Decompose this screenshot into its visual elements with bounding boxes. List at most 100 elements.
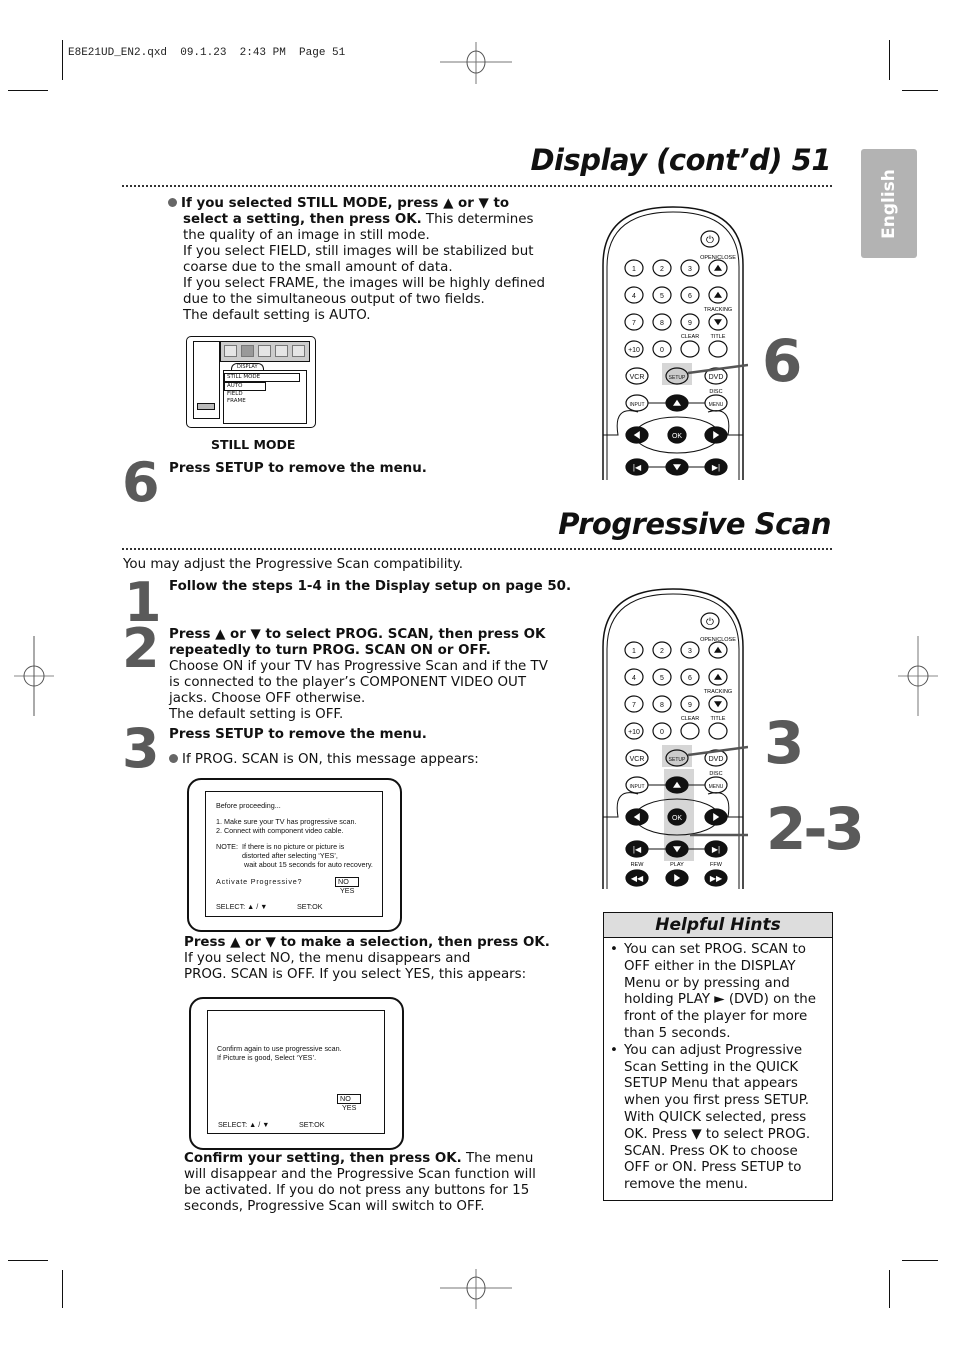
title-button [708, 340, 728, 358]
skip-back-icon: |◀ [633, 845, 642, 854]
clear-button [680, 340, 700, 358]
screen-set-hint: SET:OK [297, 902, 323, 911]
digit-button-label: +10 [628, 347, 640, 354]
registration-mark [14, 636, 54, 716]
screen-set-hint: SET:OK [299, 1120, 325, 1129]
option-yes: YES [340, 886, 355, 895]
language-tab-label: English [879, 168, 900, 239]
hint-item: You can set PROG. SCAN to OFF either in … [610, 942, 826, 1043]
digit-button-label: 2 [660, 266, 664, 273]
instruction-bold: Confirm your setting, then press OK. [184, 1151, 462, 1166]
bullet-icon [168, 198, 177, 207]
skip-forward-icon: ▶| [712, 845, 720, 854]
hints-list: You can set PROG. SCAN to OFF either in … [604, 942, 832, 1194]
remote-control-illustration: ⏻OPEN/CLOSE1 2 34 5 6TRACKING7 8 9CLEAR TITLE+1… [602, 588, 748, 889]
digit-button-label: 6 [688, 293, 692, 300]
section-title-progressive: Progressive Scan [558, 507, 831, 541]
skip-forward-icon: ▶| [712, 463, 720, 472]
menu-button-label: MENU [709, 784, 724, 790]
power-icon: ⏻ [706, 617, 714, 628]
clear-label: CLEAR [681, 334, 699, 340]
fast-forward-icon: ▶▶ [710, 874, 723, 883]
tv-screen-activate: Before proceeding... 1. Make sure your T… [187, 778, 402, 932]
digit-button-label: 2 [660, 648, 664, 655]
crop-mark [8, 90, 48, 91]
step-text-bold: Press ▲ or ▼ to select PROG. SCAN, then … [169, 627, 546, 658]
rew-label: REW [631, 862, 645, 868]
still-mode-menu-illustration: DISPLAY STILL MODE AUTO FIELD FRAME [186, 336, 316, 428]
menu-option-selected: AUTO [224, 382, 266, 391]
vcr-button-label: VCR [630, 374, 645, 381]
other-icon [292, 345, 305, 357]
crop-mark [889, 1270, 890, 1308]
clear-label: CLEAR [681, 716, 699, 722]
section-title-display: Display (cont’d) 51 [530, 143, 831, 177]
bullet-icon [169, 754, 178, 763]
divider [122, 185, 832, 187]
menu-header-item: STILL MODE [224, 373, 300, 382]
crop-mark [902, 90, 938, 91]
remote-callout: 6 [762, 327, 802, 395]
input-button-label: INPUT [630, 784, 645, 790]
dvd-button-label: DVD [709, 756, 724, 763]
lock-icon [275, 345, 288, 357]
digit-button-label: 8 [660, 702, 664, 709]
helpful-hints-title: Helpful Hints [604, 913, 832, 938]
step-text: Follow the steps 1-4 in the Display setu… [169, 579, 571, 595]
intro-text: You may adjust the Progressive Scan comp… [123, 557, 463, 572]
step-text: Press SETUP to remove the menu. [169, 727, 427, 743]
setup-button-label: SETUP [669, 757, 686, 763]
menu-options-panel: STILL MODE AUTO FIELD FRAME [223, 370, 307, 424]
remote-control-illustration: ⏻OPEN/CLOSE1 2 34 5 6TRACKING7 8 9CLEAR TITLE+1… [602, 206, 748, 480]
screen-line: 1. Make sure your TV has progressive sca… [216, 817, 357, 826]
menu-button-label: MENU [709, 402, 724, 408]
ffw-label: FFW [710, 862, 723, 868]
audio-icon [258, 345, 271, 357]
bullet-text: If PROG. SCAN is ON, this message appear… [182, 752, 479, 767]
digit-button-label: 6 [688, 675, 692, 682]
crop-mark [8, 1260, 48, 1261]
display-icon [224, 345, 237, 357]
step-text: Press SETUP to remove the menu. [169, 461, 427, 477]
digit-button-label: 1 [632, 648, 636, 655]
tracking-label: TRACKING [704, 307, 732, 313]
step-text-bold: Press SETUP to remove the menu. [169, 461, 427, 476]
screen-line: If Picture is good, Select ‘YES’. [217, 1053, 317, 1062]
title-button [708, 722, 728, 740]
language-tab: English [861, 149, 917, 258]
step-number: 3 [122, 717, 160, 780]
screen-content: Before proceeding... 1. Make sure your T… [205, 791, 383, 917]
title-label: TITLE [711, 716, 726, 722]
screen-line: distorted after selecting ‘YES’, [242, 851, 338, 860]
vcr-button-label: VCR [630, 756, 645, 763]
digit-button-label: 3 [688, 266, 692, 273]
digit-button-label: 7 [632, 702, 636, 709]
step-text-bold: Follow the steps 1-4 in the Display setu… [169, 579, 572, 594]
skip-back-icon: |◀ [633, 463, 642, 472]
digit-button-label: 0 [660, 347, 664, 354]
input-button-label: INPUT [630, 402, 645, 408]
screen-line: Before proceeding... [216, 801, 281, 810]
ok-button-label: OK [672, 433, 682, 440]
screen-line: Confirm again to use progressive scan. [217, 1044, 342, 1053]
digit-button-label: 5 [660, 293, 664, 300]
line: If you select FRAME, the images will be … [183, 276, 546, 307]
menu-caption: STILL MODE [211, 437, 296, 452]
divider [122, 548, 832, 550]
tv-screen-confirm: Confirm again to use progressive scan. I… [189, 997, 404, 1150]
option-yes: YES [342, 1103, 357, 1112]
line: The default setting is OFF. [169, 707, 344, 722]
step-bullet: If PROG. SCAN is ON, this message appear… [169, 752, 479, 768]
digit-button-label: 4 [632, 293, 636, 300]
ok-button-label: OK [672, 815, 682, 822]
print-slug: E8E21UD_EN2.qxd 09.1.23 2:43 PM Page 51 [68, 47, 346, 59]
setup-button-label: SETUP [669, 375, 686, 381]
still-mode-instructions: If you selected STILL MODE, press ▲ or ▼… [168, 196, 553, 324]
crop-mark [62, 1270, 63, 1308]
screen-line: 2. Connect with component video cable. [216, 826, 344, 835]
line: Choose ON if your TV has Progressive Sca… [169, 659, 548, 706]
digit-button-label: 0 [660, 729, 664, 736]
digit-button-label: 8 [660, 320, 664, 327]
tracking-label: TRACKING [704, 689, 732, 695]
screen-select-hint: SELECT: ▲ / ▼ [216, 902, 268, 911]
